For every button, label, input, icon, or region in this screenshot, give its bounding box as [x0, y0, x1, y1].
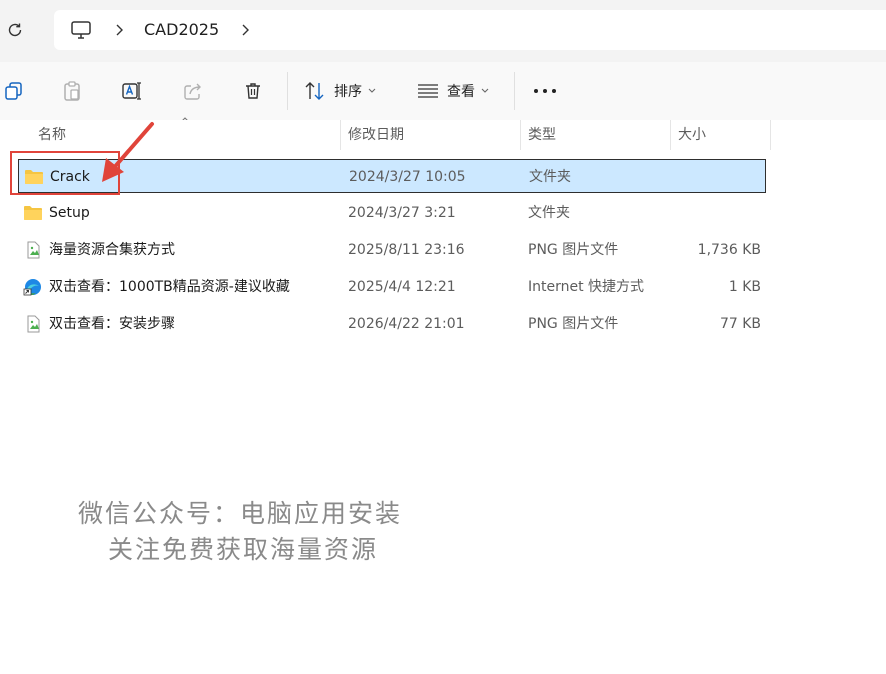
image-file-icon [27, 241, 40, 259]
column-header-name[interactable]: 名称 [38, 120, 66, 150]
sort-label: 排序 [334, 84, 362, 100]
file-name: 双击查看：1000TB精品资源-建议收藏 [49, 279, 290, 295]
file-row-setup[interactable]: Setup 2024/3/27 3:21 文件夹 [18, 196, 766, 230]
rename-button[interactable] [121, 76, 143, 106]
computer-icon [71, 21, 91, 39]
file-modified: 2025/4/4 12:21 [348, 279, 456, 295]
refresh-button[interactable] [4, 19, 26, 41]
address-bar-region: CAD2025 [0, 0, 886, 62]
column-header-size[interactable]: 大小 [678, 120, 706, 150]
watermark-text: 微信公众号：电脑应用安装 关注免费获取海量资源 [78, 496, 402, 568]
file-type: 文件夹 [528, 205, 570, 221]
arrow-annotation-icon [102, 122, 154, 182]
internet-shortcut-icon [23, 279, 41, 296]
toolbar-separator [514, 72, 515, 110]
file-size: 1 KB [728, 279, 761, 295]
view-label: 查看 [447, 84, 475, 100]
column-divider[interactable] [520, 120, 521, 150]
more-icon [534, 89, 556, 93]
column-divider[interactable] [770, 120, 771, 150]
file-type: PNG 图片文件 [528, 316, 619, 332]
folder-icon [24, 206, 42, 220]
file-explorer-window: CAD2025 排序 查看 名称 修改日期 类型 大小 Crack 2024/3… [0, 0, 886, 674]
file-type: Internet 快捷方式 [528, 279, 645, 295]
watermark-line-1: 微信公众号：电脑应用安装 [78, 499, 403, 528]
paste-icon [64, 81, 80, 101]
image-file-icon [27, 315, 40, 333]
file-modified: 2026/4/22 21:01 [348, 316, 465, 332]
chevron-right-icon[interactable] [114, 21, 124, 39]
chevron-down-icon [481, 88, 489, 93]
file-name: 双击查看：安装步骤 [49, 316, 175, 332]
file-modified: 2024/3/27 3:21 [348, 205, 456, 221]
watermark-line-2: 关注免费获取海量资源 [108, 535, 379, 564]
rename-icon [122, 82, 141, 100]
paste-button[interactable] [62, 76, 82, 106]
column-header-modified[interactable]: 修改日期 [348, 120, 404, 150]
copy-icon [5, 82, 22, 100]
share-button[interactable] [183, 76, 203, 106]
share-icon [184, 83, 201, 100]
refresh-icon [8, 23, 22, 37]
file-modified: 2025/8/11 23:16 [348, 242, 465, 258]
address-bar[interactable]: CAD2025 [54, 10, 886, 50]
file-name: Setup [49, 205, 90, 221]
column-divider[interactable] [670, 120, 671, 150]
file-row-install-steps-png[interactable]: 双击查看：安装步骤 2026/4/22 21:01 PNG 图片文件 77 KB [18, 307, 766, 341]
sort-icon [305, 82, 324, 100]
sort-button[interactable]: 排序 [304, 76, 376, 106]
column-header-type[interactable]: 类型 [528, 120, 556, 150]
more-options-button[interactable] [533, 76, 557, 106]
breadcrumb-cad2025[interactable]: CAD2025 [144, 19, 219, 41]
copy-button[interactable] [4, 76, 24, 106]
file-row-resources-png[interactable]: 海量资源合集获方式 2025/8/11 23:16 PNG 图片文件 1,736… [18, 233, 766, 267]
chevron-right-icon[interactable] [240, 21, 250, 39]
file-type: 文件夹 [529, 169, 571, 185]
view-lines-icon [418, 84, 438, 98]
file-type: PNG 图片文件 [528, 242, 619, 258]
column-divider[interactable] [340, 120, 341, 150]
view-button[interactable]: 查看 [417, 76, 489, 106]
file-size: 1,736 KB [697, 242, 761, 258]
trash-icon [246, 83, 260, 99]
command-bar: 排序 查看 [0, 62, 886, 121]
toolbar-separator [287, 72, 288, 110]
file-size: 77 KB [719, 316, 761, 332]
delete-button[interactable] [243, 76, 263, 106]
chevron-down-icon [368, 88, 376, 93]
file-row-internet-shortcut[interactable]: 双击查看：1000TB精品资源-建议收藏 2025/4/4 12:21 Inte… [18, 270, 766, 304]
file-modified: 2024/3/27 10:05 [349, 169, 466, 185]
file-name: 海量资源合集获方式 [49, 242, 175, 258]
